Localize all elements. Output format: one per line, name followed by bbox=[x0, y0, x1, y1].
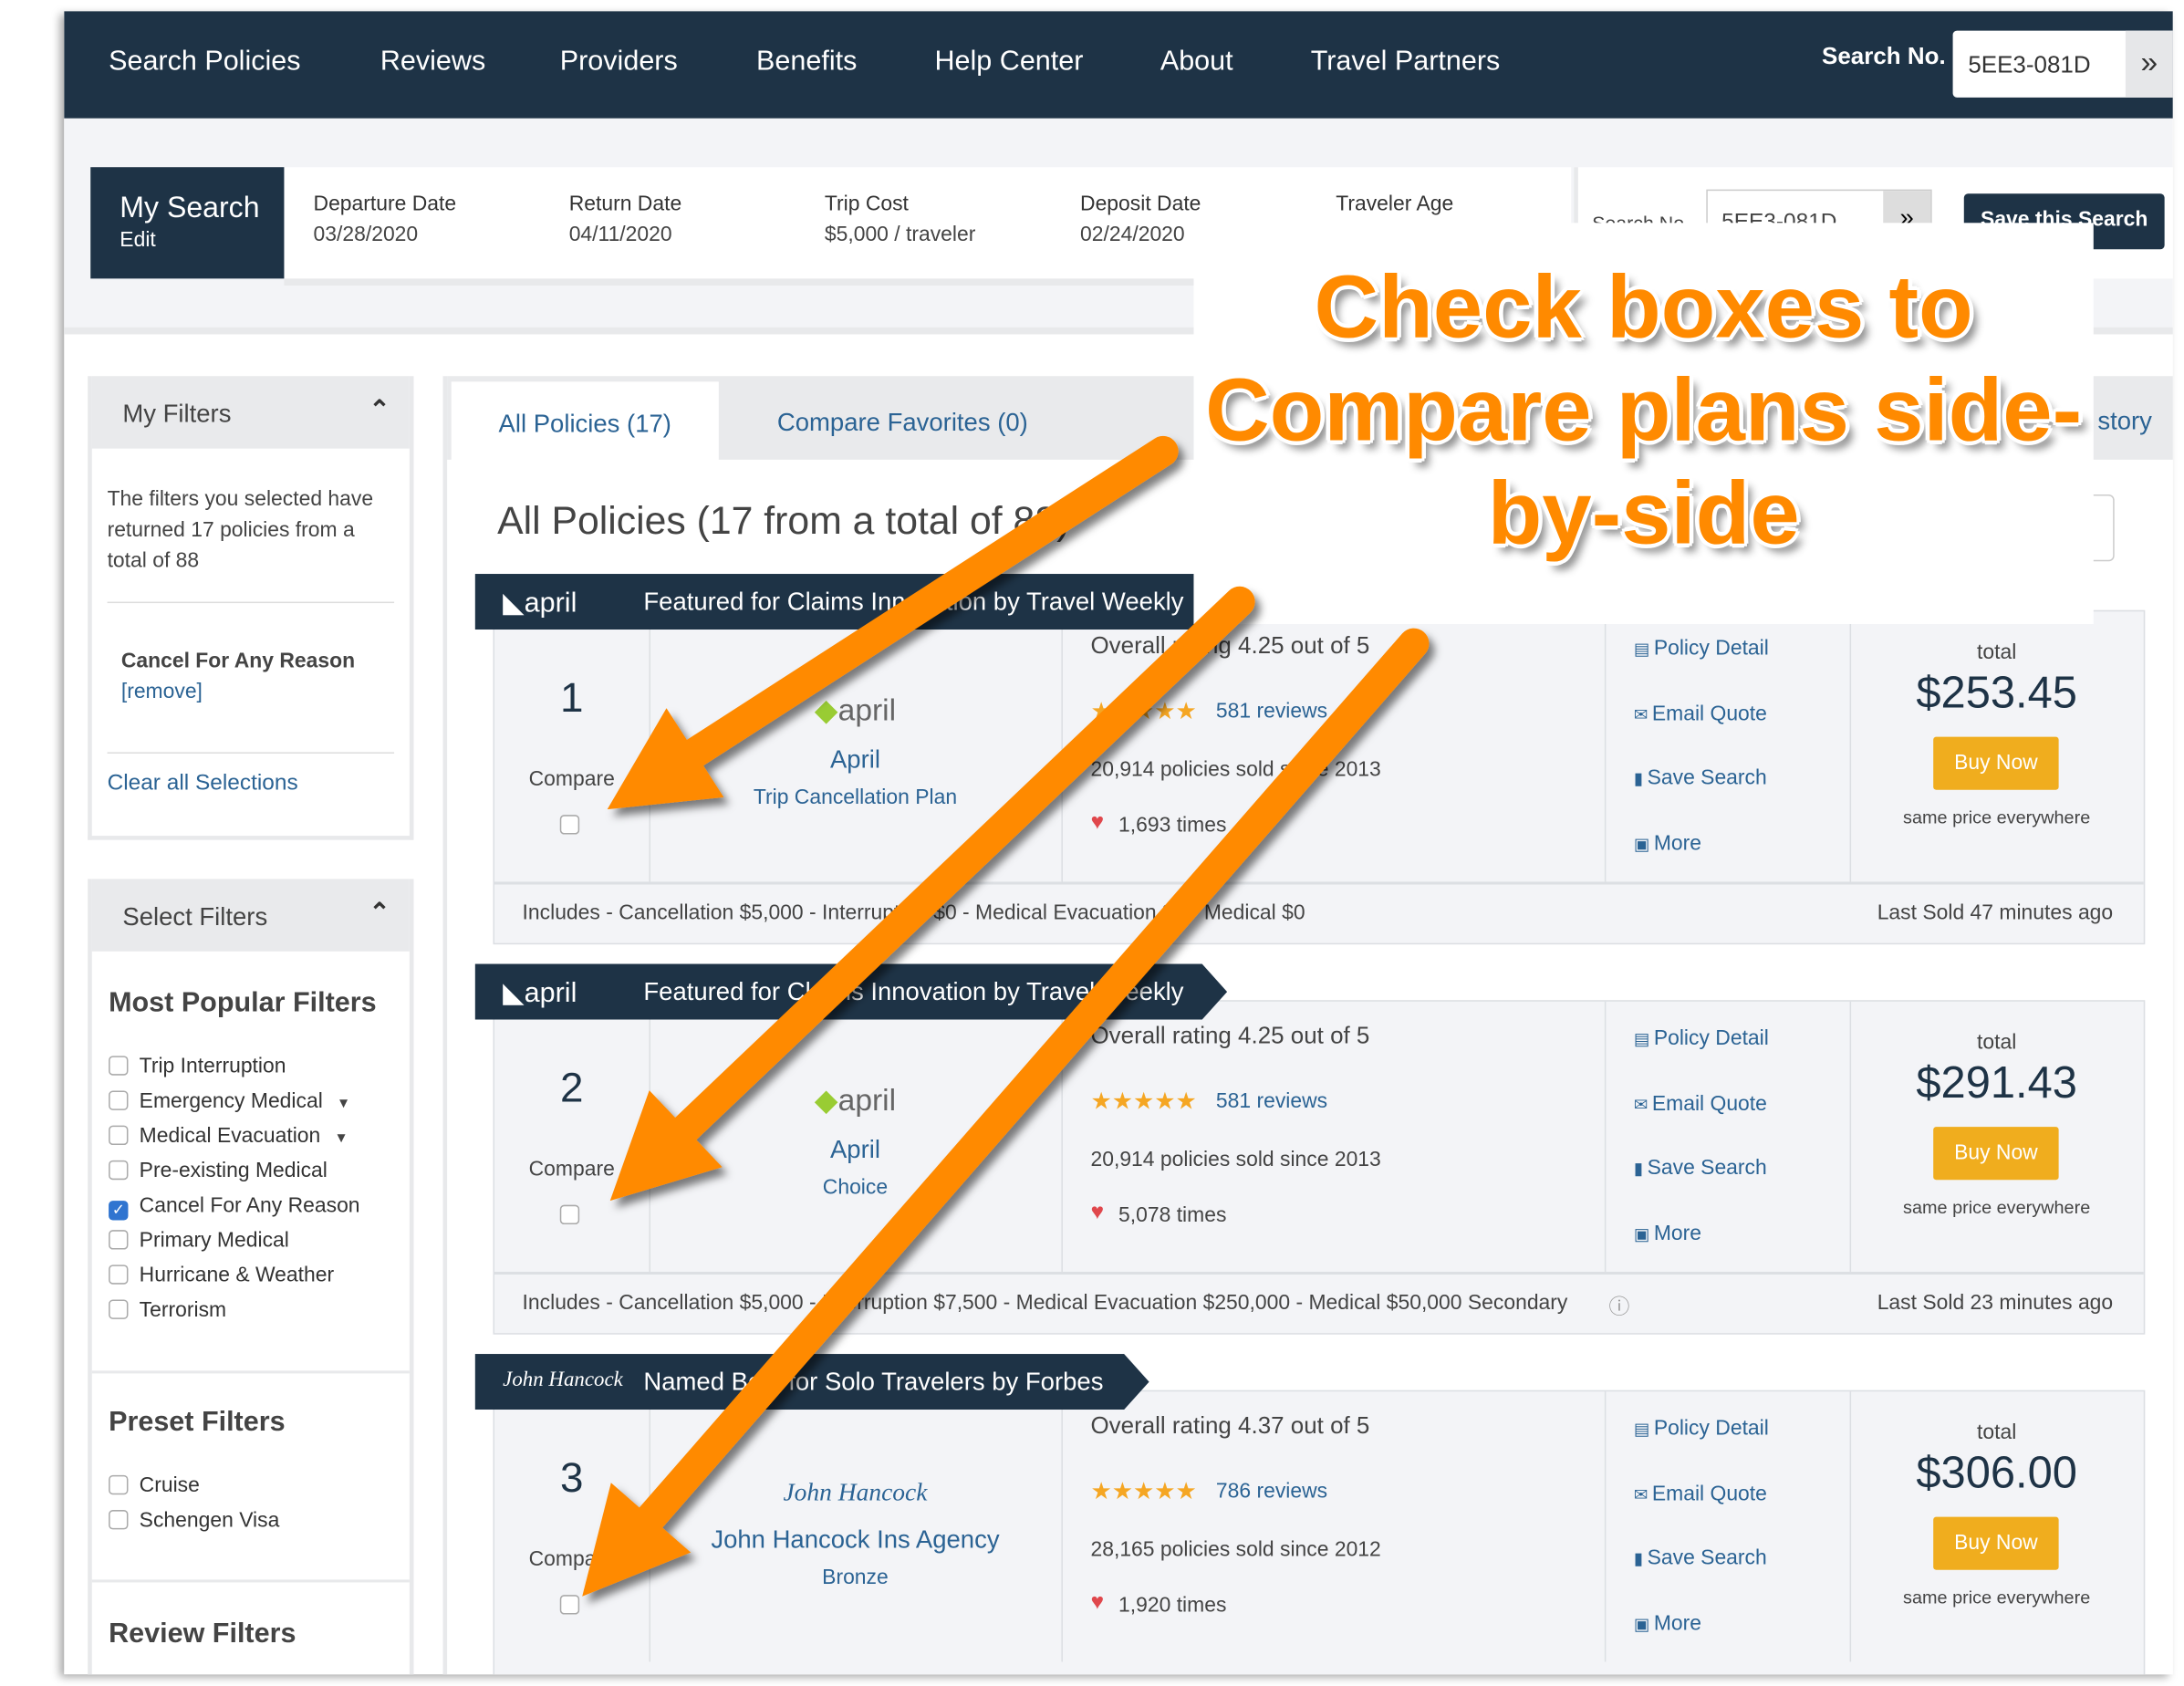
annotation-arrows bbox=[582, 435, 1430, 1597]
screenshot: Search No. 5EE3-081D » Search Policies Re… bbox=[0, 0, 2184, 1686]
page: Search No. 5EE3-081D » Search Policies Re… bbox=[64, 11, 2173, 1675]
arrow bbox=[609, 586, 1255, 1202]
